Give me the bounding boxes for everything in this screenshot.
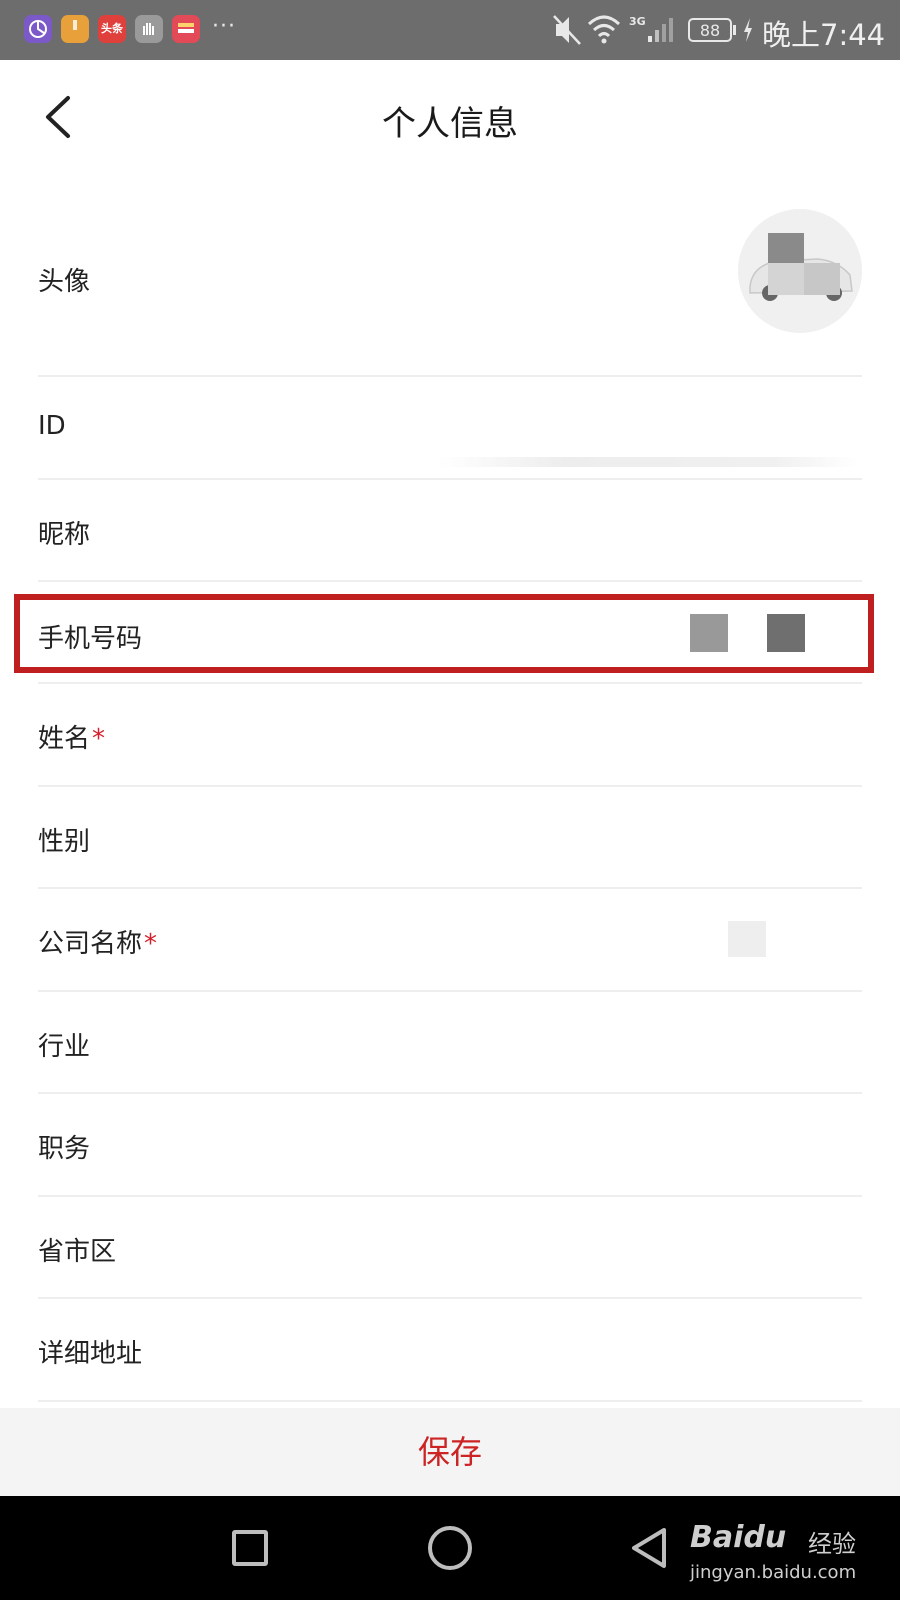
id-value-redacted [438,457,858,467]
row-label-text: 姓名 [38,724,91,754]
header: 个人信息 [0,60,900,175]
required-mark: * [144,929,158,959]
toutiao-label: 头条 [101,22,123,35]
mute-icon [553,15,581,45]
row-region[interactable]: 省市区 [38,1197,862,1299]
row-label: 详细地址 [38,1339,143,1369]
row-label: 性别 [38,827,91,857]
hand-app-icon [135,15,163,43]
recents-button[interactable] [232,1530,268,1566]
home-button[interactable] [428,1526,472,1570]
network-type: 3G [629,15,646,28]
car-avatar-icon [738,209,862,333]
page-title: 个人信息 [382,104,518,144]
row-gender[interactable]: 性别 [38,787,862,889]
row-position[interactable]: 职务 [38,1094,862,1197]
watermark-url: jingyan.baidu.com [690,1562,857,1583]
save-bar: 保存 [0,1408,900,1496]
status-time: 晚上7:44 [762,18,886,52]
baidu-watermark: Baidu [690,1520,787,1555]
row-avatar[interactable]: 头像 [38,187,862,377]
signal-icon [648,18,673,42]
company-redacted-block [728,921,766,957]
status-bar: 头条 ··· 3G 88 晚上7:44 [0,0,900,60]
row-id[interactable]: ID [38,377,862,480]
battery-icon: 88 [688,18,732,42]
system-nav-bar: Baidu 经验 jingyan.baidu.com [0,1496,900,1600]
row-label: ID [38,411,66,441]
battery-level: 88 [699,21,721,40]
row-nickname[interactable]: 昵称 [38,480,862,582]
watermark-suffix: 经验 [808,1530,856,1558]
row-label: 姓名* [38,718,105,755]
save-button[interactable]: 保存 [0,1408,900,1496]
row-name[interactable]: 姓名* [38,684,862,787]
row-label: 公司名称* [38,923,157,960]
row-label: 昵称 [38,520,91,550]
wifi-icon [587,15,621,44]
required-mark: * [92,724,106,754]
package-app-icon [61,15,89,43]
back-triangle-icon[interactable] [628,1526,672,1570]
row-label: 头像 [38,267,91,297]
battery-tip [733,25,736,35]
row-industry[interactable]: 行业 [38,992,862,1094]
row-label-text: 公司名称 [38,929,143,959]
charging-icon [744,18,752,42]
highlight-box [14,594,874,673]
row-label: 省市区 [38,1237,117,1267]
row-label: 职务 [38,1134,91,1164]
row-company[interactable]: 公司名称* [38,889,862,992]
avatar[interactable] [738,209,862,333]
more-notifications-icon: ··· [212,14,236,39]
row-label: 行业 [38,1032,91,1062]
toutiao-app-icon: 头条 [98,15,126,43]
planet-app-icon [24,15,52,43]
row-address[interactable]: 详细地址 [38,1299,862,1402]
card-app-icon [172,15,200,43]
